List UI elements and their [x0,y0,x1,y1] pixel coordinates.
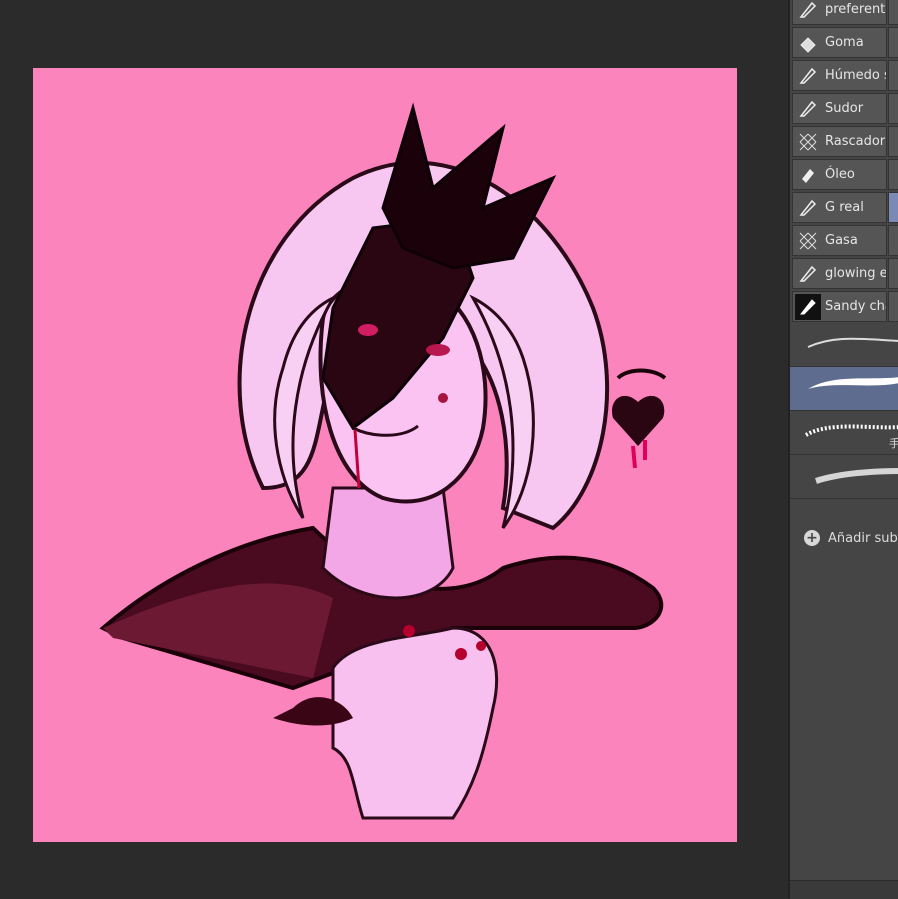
stroke-preview-1[interactable] [790,323,898,367]
brush-label: G real [825,200,864,215]
brush-row[interactable]: Óleo [790,159,898,190]
pen-nib-icon [795,63,821,89]
brush-side-cell[interactable] [888,0,898,25]
brush-item-glowing-effect[interactable]: glowing ef [792,258,887,289]
stroke-preview-3[interactable]: 手 [790,411,898,455]
brush-row[interactable]: Sudor [790,93,898,124]
panel-footer [790,880,898,899]
stroke-preview-4[interactable] [790,455,898,499]
canvas-workspace[interactable] [0,0,788,898]
brush-item-sandy-chalk[interactable]: Sandy cha [792,291,887,322]
brush-row[interactable]: Goma [790,27,898,58]
brush-label: Rascador [825,134,886,149]
stroke-preview-2[interactable] [790,367,898,411]
brush-side-cell[interactable] [888,192,898,223]
brush-side-cell[interactable] [888,126,898,157]
brush-row[interactable]: Rascador [790,126,898,157]
brush-label: Goma [825,35,864,50]
brush-side-cell[interactable] [888,258,898,289]
brush-row[interactable]: G real [790,192,898,223]
brush-side-cell[interactable] [888,60,898,91]
brush-label: Húmedo s [825,68,887,83]
brush-item-preferente[interactable]: preferente [792,0,887,25]
brush-label: Óleo [825,167,855,182]
pen-nib-icon [795,96,821,122]
drawing-canvas[interactable] [33,68,737,842]
add-subtool-button[interactable]: + Añadir subh [804,530,898,546]
brush-panel: preferente Goma Húmedo s Sudor Rascador … [788,0,898,899]
brush-item-oleo[interactable]: Óleo [792,159,887,190]
brush-item-sudor[interactable]: Sudor [792,93,887,124]
brush-row[interactable]: preferente [790,0,898,25]
brush-side-cell[interactable] [888,93,898,124]
pen-nib-icon [795,195,821,221]
crosshatch-icon [795,129,821,155]
paint-tube-icon [795,162,821,188]
brush-row[interactable]: Gasa [790,225,898,256]
brush-label: Sandy cha [825,299,887,314]
pen-nib-dark-icon [795,293,821,320]
brush-side-cell[interactable] [888,225,898,256]
pen-nib-icon [795,261,821,287]
brush-label: Gasa [825,233,858,248]
brush-side-cell[interactable] [888,291,898,322]
brush-item-goma[interactable]: Goma [792,27,887,58]
brush-side-cell[interactable] [888,27,898,58]
brush-label: glowing ef [825,266,887,281]
crosshatch-icon [795,228,821,254]
plus-icon: + [804,530,820,546]
add-subtool-label: Añadir subh [828,530,898,546]
artwork-illustration [99,102,667,820]
stroke-tag: 手 [889,437,898,450]
brush-row[interactable]: glowing ef [790,258,898,289]
brush-item-g-real[interactable]: G real [792,192,887,223]
brush-item-gasa[interactable]: Gasa [792,225,887,256]
brush-side-cell[interactable] [888,159,898,190]
brush-item-humedo[interactable]: Húmedo s [792,60,887,91]
eraser-icon [795,30,821,56]
pen-nib-icon [795,0,821,23]
brush-row[interactable]: Sandy cha [790,291,898,322]
brush-row[interactable]: Húmedo s [790,60,898,91]
brush-item-rascador[interactable]: Rascador [792,126,887,157]
brush-label: preferente [825,2,887,17]
brush-label: Sudor [825,101,864,116]
